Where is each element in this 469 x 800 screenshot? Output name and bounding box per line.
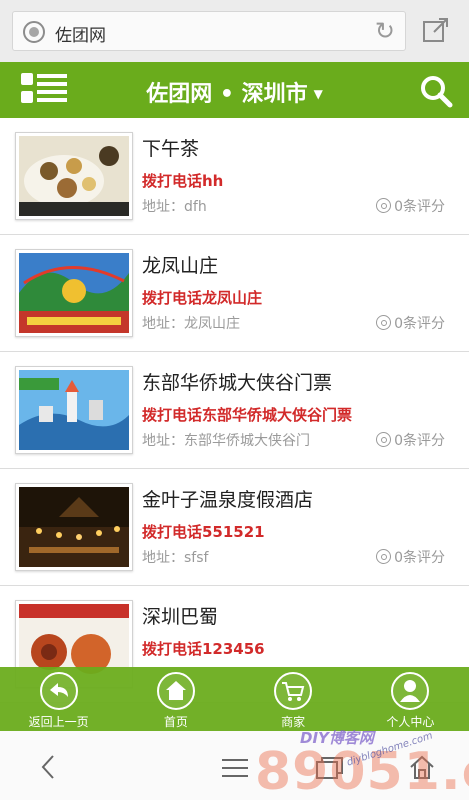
rating-count: 0条评分 [376, 430, 445, 450]
call-link[interactable]: 拨打电话hh [142, 170, 223, 191]
app-header: 佐团网 • 深圳市 ▼ [0, 62, 469, 118]
listing-address: 地址：东部华侨城大侠谷门 [142, 433, 310, 449]
reload-icon[interactable]: ↻ [375, 19, 395, 43]
merchant-list: 下午茶 拨打电话hh 地址：dfh 0条评分 龙凤山庄 拨打电话龙凤山庄 地址：… [0, 118, 469, 703]
call-link[interactable]: 拨打电话551521 [142, 521, 265, 542]
listing-thumbnail[interactable] [15, 483, 133, 571]
listing-title[interactable]: 龙凤山庄 [142, 251, 218, 278]
dropdown-caret-icon: ▼ [313, 87, 323, 101]
shopping-cart-icon [274, 672, 313, 710]
page-title: 佐团网 • 深圳市 [146, 82, 308, 107]
listing-title[interactable]: 下午茶 [142, 134, 199, 161]
back-arrow-icon [39, 672, 78, 710]
call-link[interactable]: 拨打电话东部华侨城大侠谷门票 [142, 404, 352, 425]
listing-thumbnail[interactable] [15, 132, 133, 220]
url-text[interactable]: 佐团网 [55, 21, 106, 46]
nav-user[interactable]: 个人中心 [352, 667, 469, 731]
user-icon [391, 672, 430, 710]
nav-home[interactable]: 首页 [117, 667, 234, 731]
menu-icon[interactable] [222, 757, 248, 779]
nav-back[interactable]: 返回上一页 [0, 667, 117, 731]
list-item[interactable]: 龙凤山庄 拨打电话龙凤山庄 地址：龙凤山庄 0条评分 [0, 235, 469, 352]
rating-icon [376, 549, 392, 564]
listing-address: 地址：sfsf [142, 550, 209, 566]
home-icon [156, 672, 195, 710]
globe-icon [23, 21, 45, 43]
listing-title[interactable]: 东部华侨城大侠谷门票 [142, 368, 332, 395]
watermark-tag: DIY博客网 [300, 729, 374, 747]
watermark-number: 89051.cn [255, 742, 469, 800]
search-icon[interactable] [419, 74, 453, 108]
nav-back-label: 返回上一页 [28, 715, 89, 729]
listing-thumbnail[interactable] [15, 366, 133, 454]
rating-count: 0条评分 [376, 196, 445, 216]
call-link[interactable]: 拨打电话123456 [142, 638, 265, 659]
listing-address: 地址：龙凤山庄 [142, 316, 240, 332]
rating-count: 0条评分 [376, 313, 445, 333]
nav-home-label: 首页 [163, 715, 188, 729]
listing-title[interactable]: 深圳巴蜀 [142, 602, 218, 629]
call-link[interactable]: 拨打电话龙凤山庄 [142, 287, 262, 308]
nav-shop[interactable]: 商家 [235, 667, 352, 731]
browser-address-area: 佐团网 ↻ [0, 0, 469, 62]
share-external-icon[interactable] [422, 16, 450, 44]
list-item[interactable]: 东部华侨城大侠谷门票 拨打电话东部华侨城大侠谷门票 地址：东部华侨城大侠谷门 0… [0, 352, 469, 469]
rating-count: 0条评分 [376, 547, 445, 567]
listing-thumbnail[interactable] [15, 249, 133, 337]
city-selector[interactable]: 佐团网 • 深圳市 ▼ [0, 76, 469, 108]
url-bar[interactable]: 佐团网 ↻ [12, 11, 406, 51]
bottom-nav: 返回上一页 首页 商家 个人中心 [0, 667, 469, 731]
rating-icon [376, 315, 392, 330]
list-item[interactable]: 下午茶 拨打电话hh 地址：dfh 0条评分 [0, 118, 469, 235]
rating-icon [376, 198, 392, 213]
listing-title[interactable]: 金叶子温泉度假酒店 [142, 485, 313, 512]
list-item[interactable]: 金叶子温泉度假酒店 拨打电话551521 地址：sfsf 0条评分 [0, 469, 469, 586]
rating-icon [376, 432, 392, 447]
back-icon[interactable] [38, 753, 58, 781]
listing-address: 地址：dfh [142, 199, 207, 215]
